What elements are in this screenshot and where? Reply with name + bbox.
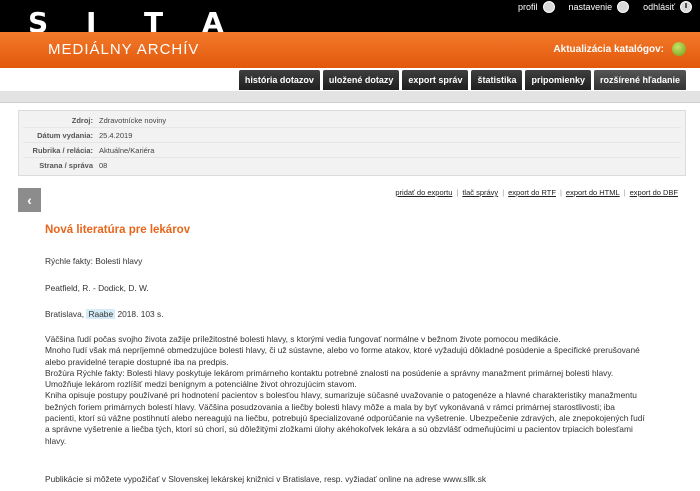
meta-key: Dátum vydania:	[37, 130, 93, 140]
body-line: Umožňuje lekárom rozlíšiť medzi benígnym…	[45, 379, 357, 390]
export-rtf-link[interactable]: export do RTF	[508, 188, 556, 197]
body-line: alebo pravidelné terapie dostupné iba na…	[45, 356, 229, 367]
article-title: Nová literatúra pre lekárov	[45, 224, 191, 236]
separator: |	[502, 188, 505, 197]
nav-logout-label: odhlásiť	[643, 2, 675, 12]
top-nav: profil nastavenie odhlásiť	[504, 0, 700, 14]
export-links: pridať do exportu | tlač správy | export…	[395, 188, 678, 197]
nav-profile-label: profil	[518, 2, 538, 12]
tab-statistics[interactable]: štatistika	[471, 70, 523, 90]
add-to-export-link[interactable]: pridať do exportu	[395, 188, 452, 197]
status-dot-icon	[672, 42, 686, 56]
meta-row: Rubrika / relácia: Aktuálne/Kariéra	[23, 143, 681, 158]
meta-value: 08	[99, 161, 108, 170]
body-line: Kniha opisuje postupy používané pri hodn…	[45, 390, 637, 401]
nav-settings[interactable]: nastavenie	[569, 1, 630, 13]
article-paragraph: Peatfield, R. - Dodick, D. W.	[45, 283, 149, 293]
article-body: Väčšina ľudí počas svojho života zažije …	[45, 334, 669, 447]
nav-profile[interactable]: profil	[518, 1, 555, 13]
tab-advanced-search[interactable]: rozšírené hľadanie	[594, 70, 686, 90]
meta-row: Dátum vydania: 25.4.2019	[23, 128, 681, 143]
tab-saved-queries[interactable]: uložené dotazy	[322, 70, 400, 90]
body-line: a správne vyšetrenie a liečba tých, ktor…	[45, 424, 633, 435]
nav-logout[interactable]: odhlásiť	[643, 1, 692, 13]
body-line: Väčšina ľudí počas svojho života zažije …	[45, 334, 561, 344]
print-link[interactable]: tlač správy	[462, 188, 498, 197]
article-metadata: Zdroj: Zdravotnícke noviny Dátum vydania…	[18, 110, 686, 176]
header-band: MEDIÁLNY ARCHÍV Aktualizácia katalógov:	[0, 32, 700, 68]
article-paragraph: Rýchle fakty: Bolesti hlavy	[45, 256, 143, 266]
app-title: MEDIÁLNY ARCHÍV	[48, 41, 200, 58]
body-line: Brožúra Rýchle fakty: Bolesti hlavy posk…	[45, 367, 614, 378]
tab-export-reports[interactable]: export správ	[402, 70, 469, 90]
power-icon	[680, 1, 692, 13]
main-tabs: história dotazov uložené dotazy export s…	[238, 70, 686, 90]
wrench-icon	[617, 1, 630, 13]
publisher-city: Bratislava,	[45, 309, 85, 319]
meta-key: Rubrika / relácia:	[32, 145, 93, 155]
export-html-link[interactable]: export do HTML	[566, 188, 620, 197]
tab-query-history[interactable]: história dotazov	[238, 70, 320, 90]
meta-value: 25.4.2019	[99, 130, 133, 140]
meta-row: Strana / správa 08	[23, 158, 681, 173]
body-line: hlavy.	[45, 435, 67, 446]
meta-key: Zdroj:	[71, 115, 93, 125]
meta-key: Strana / správa	[39, 161, 93, 170]
meta-row: Zdroj: Zdravotnícke noviny	[23, 113, 681, 128]
nav-settings-label: nastavenie	[568, 2, 613, 12]
meta-value: Aktuálne/Kariéra	[99, 145, 155, 155]
separator: |	[623, 188, 626, 197]
top-bar: S I T A profil nastavenie odhlásiť	[0, 0, 700, 37]
back-button[interactable]: ‹	[18, 188, 41, 212]
separator: |	[559, 188, 562, 197]
user-icon	[542, 1, 555, 13]
body-line: Mnoho ľudí však má nepríjemné obmedzujúc…	[45, 345, 640, 356]
catalog-update-label: Aktualizácia katalógov:	[553, 44, 664, 55]
publication-year: 2018. 103 s.	[117, 309, 164, 319]
separator: |	[456, 188, 459, 197]
tab-feedback[interactable]: pripomienky	[525, 70, 591, 90]
article-paragraph: Bratislava, Raabe 2018. 103 s.	[45, 309, 669, 320]
body-line: pacienti, ktorí sú vážne postihnutí aleb…	[45, 413, 645, 424]
export-dbf-link[interactable]: export do DBF	[630, 188, 678, 197]
search-highlight: Raabe	[86, 309, 116, 319]
article-footer-note: Publikácie si môžete vypožičať v Slovens…	[45, 474, 487, 484]
meta-value: Zdravotnícke noviny	[99, 115, 167, 125]
body-line: bežných foriem primárnych bolestí hlavy.…	[45, 401, 615, 412]
tab-underline	[0, 91, 700, 103]
